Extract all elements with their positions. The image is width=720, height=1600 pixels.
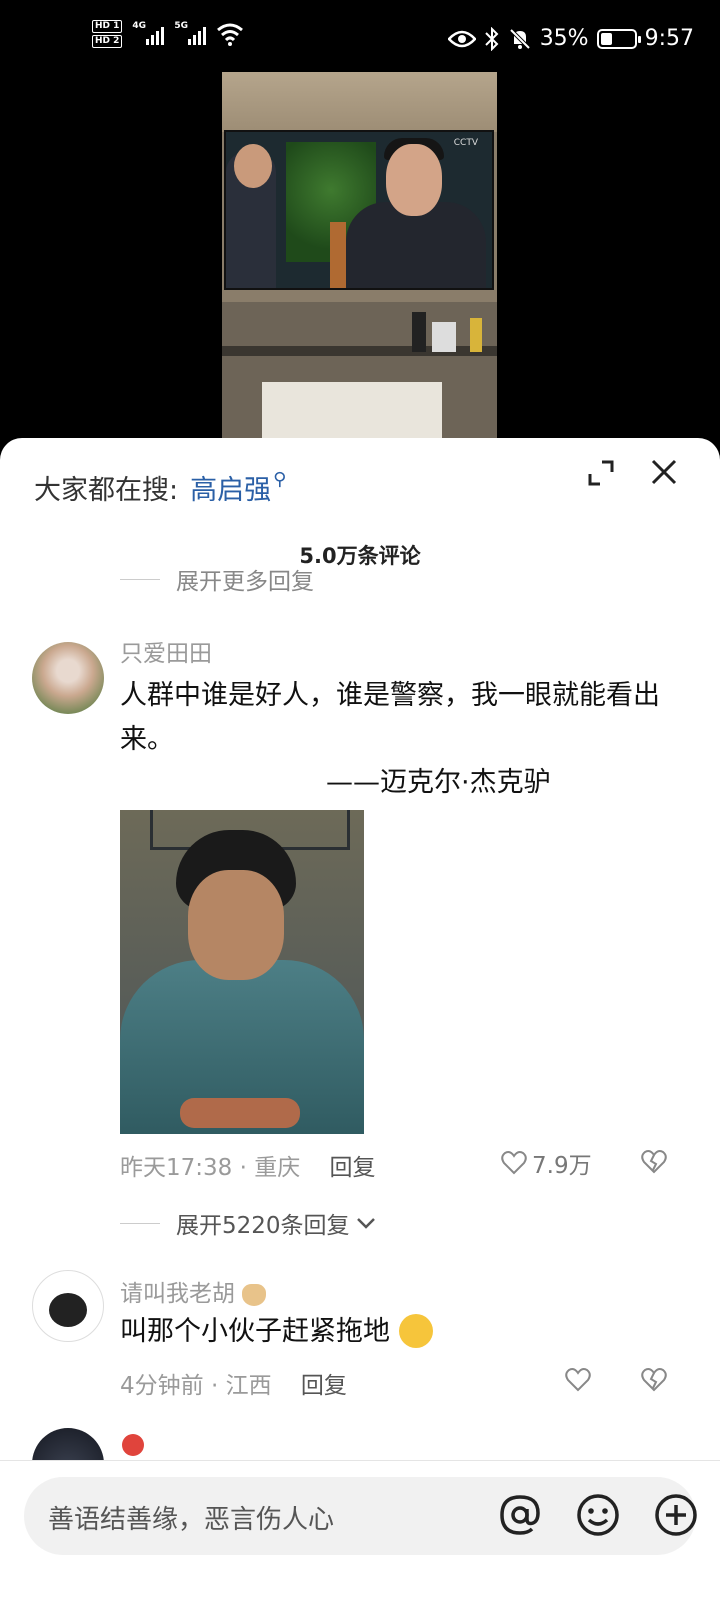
comment-location: 江西 <box>225 1373 272 1399</box>
battery-icon <box>596 28 641 49</box>
sim1-label: HD 1 <box>92 20 123 33</box>
mute-bell-icon <box>509 28 531 49</box>
tv-cabinet-image <box>222 302 497 452</box>
chevron-down-icon <box>356 1218 375 1229</box>
comment-meta: 昨天17:38 · 重庆 回复 <box>120 1155 376 1181</box>
expand-icon[interactable] <box>586 458 616 488</box>
wifi-icon <box>217 23 244 46</box>
comment-text-body: 叫那个小伙子赶紧拖地 <box>120 1316 390 1347</box>
comment-time: 4分钟前 <box>120 1373 204 1399</box>
comment-sheet: 大家都在搜: 高启强 ⚲ 5.0万条评论 展开更多回复 只爱田田 人群中谁是好人… <box>0 438 720 1600</box>
username-text: 请叫我老胡 <box>120 1281 235 1307</box>
comment-input[interactable]: 善语结善缘，恶言伤人心 <box>24 1477 697 1555</box>
signal-4g-icon: 4G <box>132 21 165 45</box>
comment-input-bar: 善语结善缘，恶言伤人心 <box>0 1460 720 1600</box>
dislike-heart-icon[interactable] <box>640 1366 668 1394</box>
at-mention-icon[interactable] <box>496 1491 544 1539</box>
close-icon[interactable] <box>648 456 680 488</box>
expand-replies-label: 展开5220条回复 <box>176 1213 350 1239</box>
comment-image[interactable] <box>120 810 364 1134</box>
expand-more-replies-top[interactable]: 展开更多回复 <box>120 566 314 592</box>
comment-location: 重庆 <box>254 1155 301 1181</box>
search-icon: ⚲ <box>273 469 287 490</box>
expand-more-label: 展开更多回复 <box>176 569 314 592</box>
like-count: 7.9万 <box>532 1153 592 1179</box>
clock: 9:57 <box>644 26 694 51</box>
signal-5g-icon: 5G <box>174 21 207 45</box>
bluetooth-icon <box>484 26 499 51</box>
video-frame: CCTV <box>222 72 497 452</box>
battery-percent: 35% <box>539 26 589 51</box>
sim2-label: HD 2 <box>92 35 123 48</box>
tv-screen-image: CCTV <box>224 130 494 290</box>
trending-keyword-link[interactable]: 高启强 <box>190 468 271 507</box>
net2-label: 5G <box>174 21 189 31</box>
comment-username[interactable]: 只爱田田 <box>120 634 212 668</box>
like-button[interactable]: 7.9万 <box>500 1146 592 1180</box>
emoji-icon[interactable] <box>574 1491 622 1539</box>
avatar[interactable] <box>32 1270 104 1342</box>
apple-emoji-icon <box>122 1434 144 1456</box>
comment-attribution: ——迈克尔·杰克驴 <box>326 767 551 798</box>
eye-icon <box>447 30 476 47</box>
heart-icon <box>501 1151 527 1175</box>
comment-count: 5.0万条评论 <box>299 544 421 568</box>
comment-text: 人群中谁是好人，谁是警察，我一眼就能看出来。 <box>120 680 660 755</box>
comment-text: 叫那个小伙子赶紧拖地 <box>120 1310 433 1354</box>
signal-group: HD 1 HD 2 4G 5G <box>92 20 244 48</box>
avatar[interactable] <box>32 642 104 714</box>
heart-icon[interactable] <box>564 1366 592 1394</box>
reply-button[interactable]: 回复 <box>301 1373 347 1399</box>
reply-button[interactable]: 回复 <box>330 1155 376 1181</box>
sim-indicators: HD 1 HD 2 <box>92 20 123 48</box>
add-icon[interactable] <box>652 1491 700 1539</box>
status-right: 35% 9:57 <box>447 26 694 51</box>
comment-meta: 4分钟前 · 江西 回复 <box>120 1373 347 1399</box>
net1-label: 4G <box>132 21 147 31</box>
comment-time: 昨天17:38 <box>120 1155 233 1181</box>
video-player[interactable]: CCTV <box>0 72 720 452</box>
dog-emoji-icon <box>242 1283 267 1306</box>
comment-input-placeholder: 善语结善缘，恶言伤人心 <box>48 1505 335 1535</box>
dislike-heart-icon[interactable] <box>640 1148 668 1176</box>
status-bar: HD 1 HD 2 4G 5G 35% 9:57 <box>0 0 720 72</box>
expand-replies-button[interactable]: 展开5220条回复 <box>120 1206 376 1240</box>
laughing-crying-emoji-icon <box>398 1313 433 1348</box>
trending-search-label: 大家都在搜: <box>34 475 179 506</box>
trending-search[interactable]: 大家都在搜: 高启强 ⚲ <box>34 468 286 507</box>
comment-username[interactable]: 请叫我老胡 <box>120 1274 267 1308</box>
